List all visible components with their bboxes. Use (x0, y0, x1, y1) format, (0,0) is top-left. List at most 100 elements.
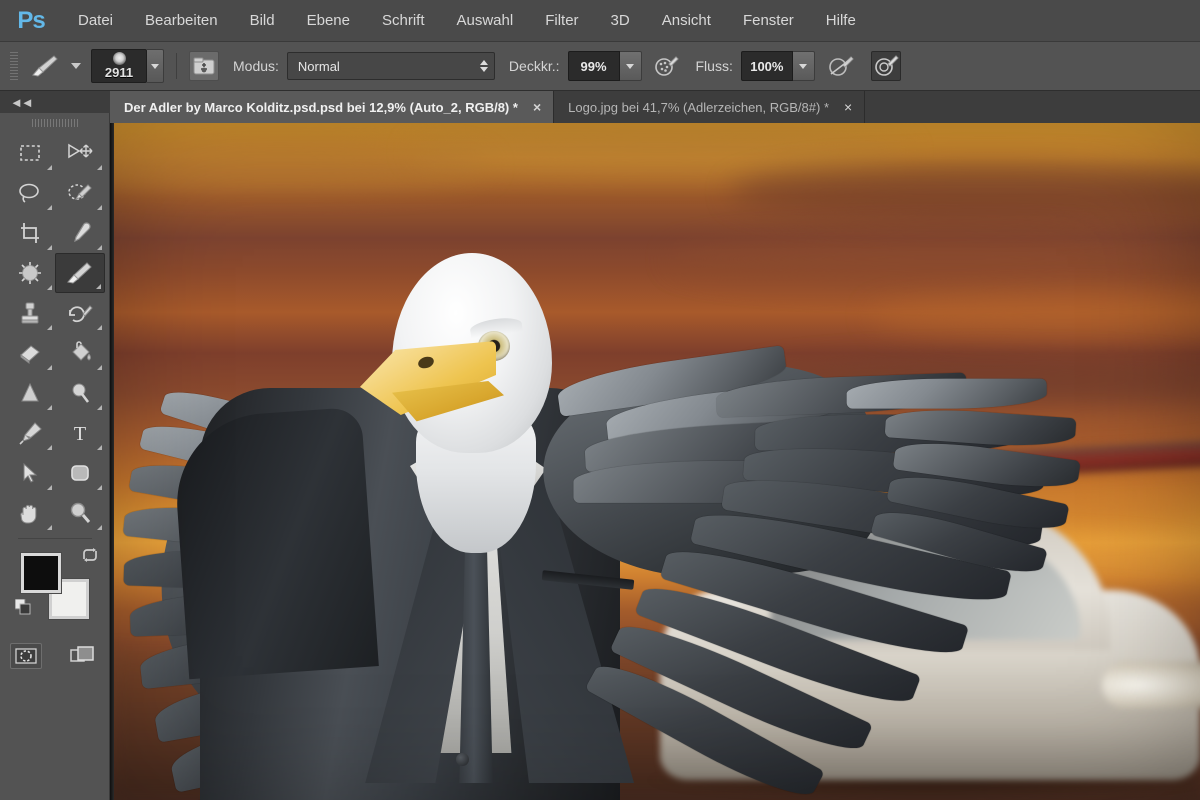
tool-submenu-indicator (46, 325, 52, 330)
options-bar-grip[interactable] (10, 52, 18, 80)
tool-submenu-indicator (95, 284, 101, 289)
tool-submenu-indicator (96, 485, 102, 490)
brush-preset-picker-caret[interactable] (71, 63, 81, 69)
close-icon[interactable]: × (530, 98, 544, 116)
foreground-color-swatch[interactable] (20, 553, 61, 593)
menu-item-auswahl[interactable]: Auswahl (441, 0, 530, 42)
photoshop-logo: Ps (17, 6, 45, 34)
opacity-value: 99% (567, 51, 620, 81)
tool-eyedropper[interactable] (55, 213, 105, 253)
tool-submenu-indicator (96, 205, 102, 210)
tool-quick-selection[interactable] (55, 173, 105, 213)
jacket-button (456, 753, 469, 766)
tool-eraser[interactable] (5, 333, 55, 373)
blend-mode-value: Normal (297, 58, 340, 74)
chevron-down-icon (799, 63, 808, 69)
tool-options-bar: 2911 Modus: Normal Deckkr.: 99% Fluss: 1… (0, 42, 1200, 91)
default-colors-icon[interactable] (14, 598, 32, 620)
tool-submenu-indicator (96, 325, 102, 330)
flow-field[interactable]: 100% (740, 51, 815, 81)
close-icon[interactable]: × (841, 98, 855, 116)
tool-crop[interactable] (5, 213, 55, 253)
eagle-head (360, 253, 562, 553)
tool-rectangular-marquee[interactable] (5, 133, 55, 173)
tool-submenu-indicator (46, 245, 52, 250)
tool-submenu-indicator (96, 525, 102, 530)
swap-colors-icon[interactable] (81, 547, 99, 568)
menu-item-hilfe[interactable]: Hilfe (810, 0, 872, 42)
tool-zoom[interactable] (55, 493, 105, 533)
tool-submenu-indicator (46, 485, 52, 490)
tool-submenu-indicator (46, 445, 52, 450)
document-tab-adler[interactable]: Der Adler by Marco Kolditz.psd.psd bei 1… (110, 91, 555, 123)
toolpanel-collapse-button[interactable]: ◄◄ (0, 91, 110, 113)
pressure-size-toggle-button[interactable] (870, 51, 901, 81)
canvas-left-edge (110, 123, 114, 800)
tool-submenu-indicator (96, 365, 102, 370)
tool-history-brush[interactable] (55, 293, 105, 333)
tool-submenu-indicator (46, 205, 52, 210)
tool-submenu-indicator (96, 445, 102, 450)
menu-item-fenster[interactable]: Fenster (727, 0, 810, 42)
menu-item-ansicht[interactable]: Ansicht (646, 0, 727, 42)
brush-tip-preview-icon (112, 52, 126, 65)
document-tab-bar: Der Adler by Marco Kolditz.psd.psd bei 1… (0, 91, 1200, 123)
tool-dodge[interactable] (55, 373, 105, 413)
tool-blur[interactable] (5, 373, 55, 413)
pressure-opacity-toggle[interactable] (652, 51, 682, 81)
tool-clone-stamp[interactable] (5, 293, 55, 333)
tool-grid: T (0, 133, 109, 533)
tools-panel: T (0, 113, 110, 800)
tool-move[interactable] (55, 133, 105, 173)
opacity-field[interactable]: 99% (567, 51, 642, 81)
options-separator (176, 53, 177, 79)
tool-spot-healing-brush[interactable] (5, 253, 55, 293)
artwork-eagle-businessman (110, 123, 1200, 800)
opacity-dropdown-button[interactable] (619, 51, 642, 81)
tool-hand[interactable] (5, 493, 55, 533)
chevron-down-icon (626, 63, 634, 69)
tool-pen[interactable] (5, 413, 55, 453)
brush-panel-toggle-button[interactable] (189, 51, 219, 81)
svg-text:T: T (73, 423, 85, 444)
quick-mask-mode-button[interactable] (9, 643, 42, 669)
brush-size-field[interactable]: 2911 (91, 49, 147, 83)
screen-mode-button[interactable] (68, 643, 100, 669)
menu-item-ebene[interactable]: Ebene (291, 0, 366, 42)
menu-item-bild[interactable]: Bild (234, 0, 291, 42)
menu-item-3d[interactable]: 3D (595, 0, 646, 42)
canvas-area[interactable] (110, 123, 1200, 800)
blend-mode-select[interactable]: Normal (286, 52, 495, 80)
tool-type[interactable]: T (55, 413, 105, 453)
brush-size-value: 2911 (104, 65, 134, 80)
mode-label: Modus: (233, 58, 279, 74)
eagle-businessman-figure (110, 123, 1200, 800)
tool-brush[interactable] (54, 253, 105, 293)
menu-item-bearbeiten[interactable]: Bearbeiten (129, 0, 234, 42)
opacity-label: Deckkr.: (508, 58, 560, 74)
tool-path-selection[interactable] (5, 453, 55, 493)
airbrush-toggle-button[interactable] (827, 51, 857, 81)
brush-tool-icon[interactable] (28, 51, 62, 81)
tool-lasso[interactable] (5, 173, 55, 213)
brush-size-dropdown-button[interactable] (147, 49, 164, 83)
flow-label: Fluss: (695, 58, 733, 74)
tools-divider (17, 538, 92, 539)
photoshop-window: Ps Datei Bearbeiten Bild Ebene Schrift A… (0, 0, 1200, 800)
tool-rectangle-shape[interactable] (55, 453, 105, 493)
flow-dropdown-button[interactable] (792, 51, 815, 81)
menu-item-datei[interactable]: Datei (62, 0, 129, 42)
tool-submenu-indicator (46, 165, 52, 170)
tool-gradient-paint-bucket[interactable] (55, 333, 105, 373)
menu-item-schrift[interactable]: Schrift (366, 0, 441, 42)
shoulder-left (171, 406, 379, 680)
tool-submenu-indicator (46, 525, 52, 530)
wing-right (533, 345, 1147, 800)
select-arrows-icon (479, 60, 488, 72)
menu-bar: Ps Datei Bearbeiten Bild Ebene Schrift A… (0, 0, 1200, 42)
tools-panel-grip[interactable] (31, 119, 78, 127)
tool-submenu-indicator (96, 405, 102, 410)
menu-item-filter[interactable]: Filter (529, 0, 594, 42)
document-tab-logo[interactable]: Logo.jpg bei 41,7% (Adlerzeichen, RGB/8#… (554, 91, 866, 123)
tool-submenu-indicator (96, 165, 102, 170)
